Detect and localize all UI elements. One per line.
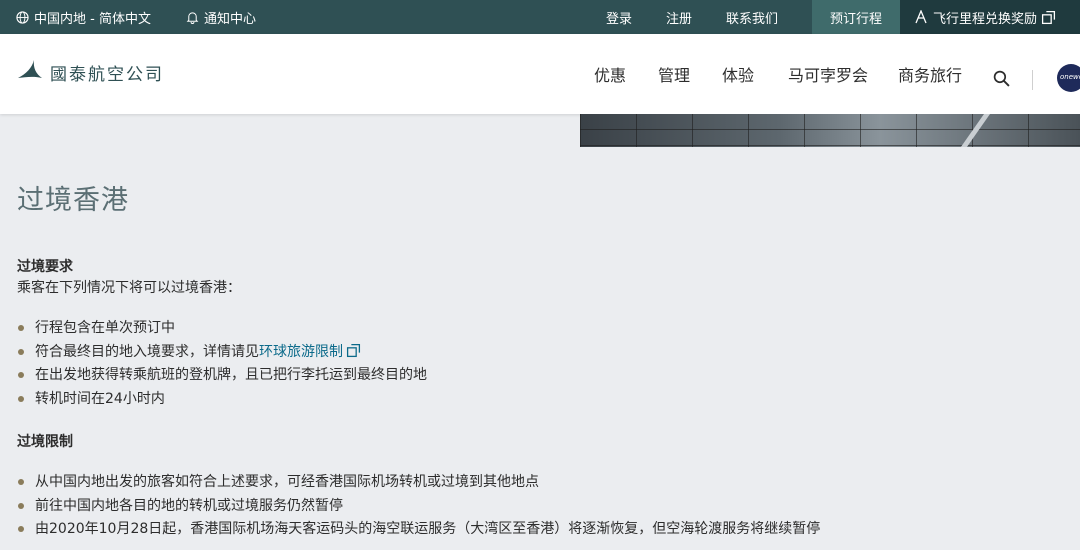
list-item: 由2020年10月28日起，香港国际机场海天客运码头的海空联运服务（大湾区至香港… bbox=[17, 519, 820, 543]
restrictions-list: 从中国内地出发的旅客如符合上述要求，可经香港国际机场转机或过境到其他地点 前往中… bbox=[17, 472, 820, 543]
login-link[interactable]: 登录 bbox=[606, 0, 632, 34]
list-item-text: 转机时间在24小时内 bbox=[35, 390, 165, 407]
list-item: 前往中国内地各目的地的转机或过境服务仍然暂停 bbox=[17, 496, 820, 520]
utility-bar: 中国内地 - 简体中文 通知中心 登录 注册 联系我们 预订行程 飞行里程兑换奖… bbox=[0, 0, 1080, 34]
header-divider bbox=[1032, 70, 1033, 90]
search-button[interactable] bbox=[993, 70, 1010, 91]
nav-experience[interactable]: 体验 bbox=[722, 34, 754, 114]
redeem-miles-link[interactable]: 飞行里程兑换奖励 bbox=[900, 0, 1080, 34]
list-item: 行程包含在单次预订中 bbox=[17, 318, 427, 342]
requirements-intro: 乘客在下列情况下将可以过境香港： bbox=[17, 280, 241, 296]
logo-text: 國泰航空公司 bbox=[50, 64, 164, 85]
list-item-text: 在出发地获得转乘航班的登机牌，且已把行李托运到最终目的地 bbox=[35, 367, 427, 383]
nav-manage[interactable]: 管理 bbox=[658, 34, 690, 114]
restrictions-heading: 过境限制 bbox=[17, 434, 73, 450]
external-link-icon bbox=[346, 343, 361, 357]
list-item-text: 行程包含在单次预订中 bbox=[35, 320, 175, 336]
page-title: 过境香港 bbox=[17, 185, 129, 216]
globe-icon bbox=[16, 10, 29, 24]
list-item: 在出发地获得转乘航班的登机牌，且已把行李托运到最终目的地 bbox=[17, 365, 427, 389]
contact-us-link[interactable]: 联系我们 bbox=[726, 0, 778, 34]
nav-marco-polo-club[interactable]: 马可孛罗会 bbox=[788, 34, 868, 114]
travel-restrictions-link[interactable]: 环球旅游限制 bbox=[259, 344, 343, 360]
nav-business-travel[interactable]: 商务旅行 bbox=[898, 34, 962, 114]
region-selector[interactable]: 中国内地 - 简体中文 bbox=[16, 0, 151, 34]
list-item: 符合最终目的地入境要求，详情请见环球旅游限制 bbox=[17, 342, 427, 366]
oneworld-logo[interactable]: oneworld bbox=[1057, 64, 1080, 92]
notification-center-link[interactable]: 通知中心 bbox=[186, 0, 256, 34]
region-label: 中国内地 - 简体中文 bbox=[34, 11, 151, 27]
main-header: 國泰航空公司 优惠 管理 体验 马可孛罗会 商务旅行 oneworld bbox=[0, 34, 1080, 114]
list-item-text: 符合最终目的地入境要求，详情请见 bbox=[35, 343, 259, 360]
cathay-logo[interactable]: 國泰航空公司 bbox=[16, 58, 164, 86]
hero-image bbox=[580, 114, 1080, 147]
requirements-list: 行程包含在单次预订中 符合最终目的地入境要求，详情请见环球旅游限制 在出发地获得… bbox=[17, 318, 427, 412]
list-item: 转机时间在24小时内 bbox=[17, 389, 427, 413]
notification-label: 通知中心 bbox=[204, 11, 257, 27]
oneworld-label: oneworld bbox=[1060, 73, 1080, 81]
list-item: 从中国内地出发的旅客如符合上述要求，可经香港国际机场转机或过境到其他地点 bbox=[17, 472, 820, 496]
redeem-miles-label: 飞行里程兑换奖励 bbox=[933, 11, 1038, 27]
external-link-icon bbox=[1041, 10, 1056, 24]
requirements-heading: 过境要求 bbox=[17, 259, 73, 275]
asia-miles-icon bbox=[915, 10, 927, 24]
brushwing-logo-icon bbox=[18, 60, 42, 78]
manage-booking-tab[interactable]: 预订行程 bbox=[812, 0, 900, 34]
search-icon bbox=[993, 70, 1010, 87]
nav-offers[interactable]: 优惠 bbox=[594, 34, 626, 114]
bell-icon bbox=[186, 11, 199, 24]
register-link[interactable]: 注册 bbox=[666, 0, 692, 34]
